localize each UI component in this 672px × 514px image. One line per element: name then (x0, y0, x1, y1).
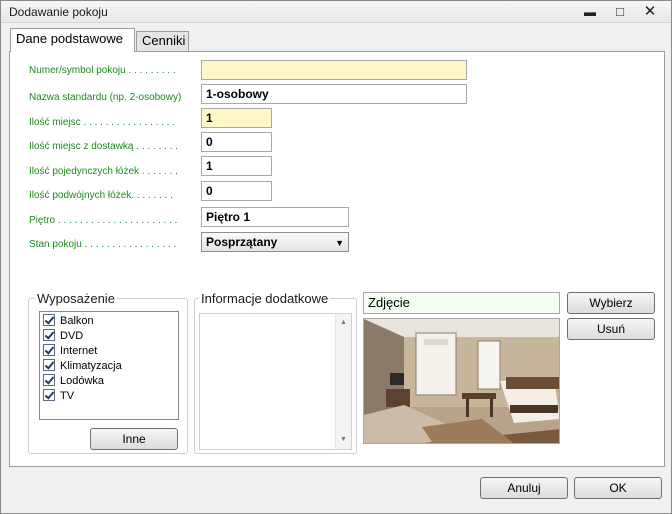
pojedyncze-input[interactable]: 1 (201, 156, 272, 176)
tab-cenniki[interactable]: Cenniki (136, 31, 189, 51)
tab-panel-dane-podstawowe: Numer/symbol pokoju . . . . . . . . . Na… (9, 51, 665, 467)
stan-select-value: Posprzątany (206, 235, 278, 249)
equipment-list[interactable]: Balkon DVD Internet Klimatyzacja Lodówka… (39, 311, 179, 420)
equipment-item-klimatyzacja[interactable]: Klimatyzacja (43, 359, 122, 374)
room-photo (363, 318, 560, 444)
equipment-item-balkon[interactable]: Balkon (43, 314, 94, 329)
room-photo-image (364, 319, 559, 443)
inne-button[interactable]: Inne (90, 428, 178, 450)
close-icon[interactable]: ✕ (639, 3, 661, 21)
dostawka-label: Ilość miejsc z dostawką . . . . . . . . (29, 141, 178, 152)
equipment-item-lodowka[interactable]: Lodówka (43, 374, 104, 389)
stan-label: Stan pokoju . . . . . . . . . . . . . . … (29, 239, 177, 250)
chevron-down-icon: ▼ (335, 238, 344, 248)
info-textarea[interactable]: ▲ ▼ (199, 313, 352, 450)
podwojne-input[interactable]: 0 (201, 181, 272, 201)
info-scrollbar[interactable]: ▲ ▼ (335, 314, 351, 449)
choose-photo-button[interactable]: Wybierz (567, 292, 655, 314)
checkbox-checked-icon[interactable] (43, 329, 55, 341)
dostawka-input[interactable]: 0 (201, 132, 272, 152)
title-bar[interactable]: Dodawanie pokoju ▬ □ ✕ (1, 1, 671, 23)
equipment-title: Wyposażenie (35, 291, 117, 306)
checkbox-checked-icon[interactable] (43, 359, 55, 371)
cancel-button[interactable]: Anuluj (480, 477, 568, 499)
numer-input[interactable] (201, 60, 467, 80)
pojedyncze-label: Ilość pojedynczych łóżek . . . . . . . (29, 166, 178, 177)
stan-select[interactable]: Posprzątany ▼ (201, 232, 349, 252)
miejsc-label: Ilość miejsc . . . . . . . . . . . . . .… (29, 117, 176, 128)
checkbox-checked-icon[interactable] (43, 389, 55, 401)
standard-input[interactable]: 1-osobowy (201, 84, 467, 104)
equipment-item-internet[interactable]: Internet (43, 344, 97, 359)
minimize-icon[interactable]: ▬ (579, 3, 601, 21)
info-group: Informacje dodatkowe ▲ ▼ (194, 291, 357, 454)
maximize-icon[interactable]: □ (609, 3, 631, 21)
numer-label: Numer/symbol pokoju . . . . . . . . . (29, 65, 176, 76)
info-title: Informacje dodatkowe (199, 291, 331, 306)
remove-photo-button[interactable]: Usuń (567, 318, 655, 340)
standard-label: Nazwa standardu (np. 2-osobowy) (29, 92, 182, 103)
checkbox-checked-icon[interactable] (43, 374, 55, 386)
checkbox-checked-icon[interactable] (43, 314, 55, 326)
tab-dane-podstawowe[interactable]: Dane podstawowe (10, 28, 135, 52)
pietro-label: Piętro . . . . . . . . . . . . . . . . .… (29, 215, 178, 226)
equipment-item-tv[interactable]: TV (43, 389, 74, 404)
ok-button[interactable]: OK (574, 477, 662, 499)
miejsc-input[interactable]: 1 (201, 108, 272, 128)
scroll-down-icon[interactable]: ▼ (336, 433, 351, 447)
window-title: Dodawanie pokoju (9, 5, 108, 19)
checkbox-checked-icon[interactable] (43, 344, 55, 356)
equipment-item-dvd[interactable]: DVD (43, 329, 83, 344)
dialog-window: Dodawanie pokoju ▬ □ ✕ Dane podstawowe C… (0, 0, 672, 514)
scroll-up-icon[interactable]: ▲ (336, 316, 351, 330)
equipment-group: Wyposażenie Balkon DVD Internet Klimatyz… (28, 291, 188, 454)
podwojne-label: Ilość podwójnych łóżek. . . . . . . . (29, 190, 173, 201)
pietro-input[interactable]: Piętro 1 (201, 207, 349, 227)
photo-label: Zdjęcie (363, 292, 560, 314)
